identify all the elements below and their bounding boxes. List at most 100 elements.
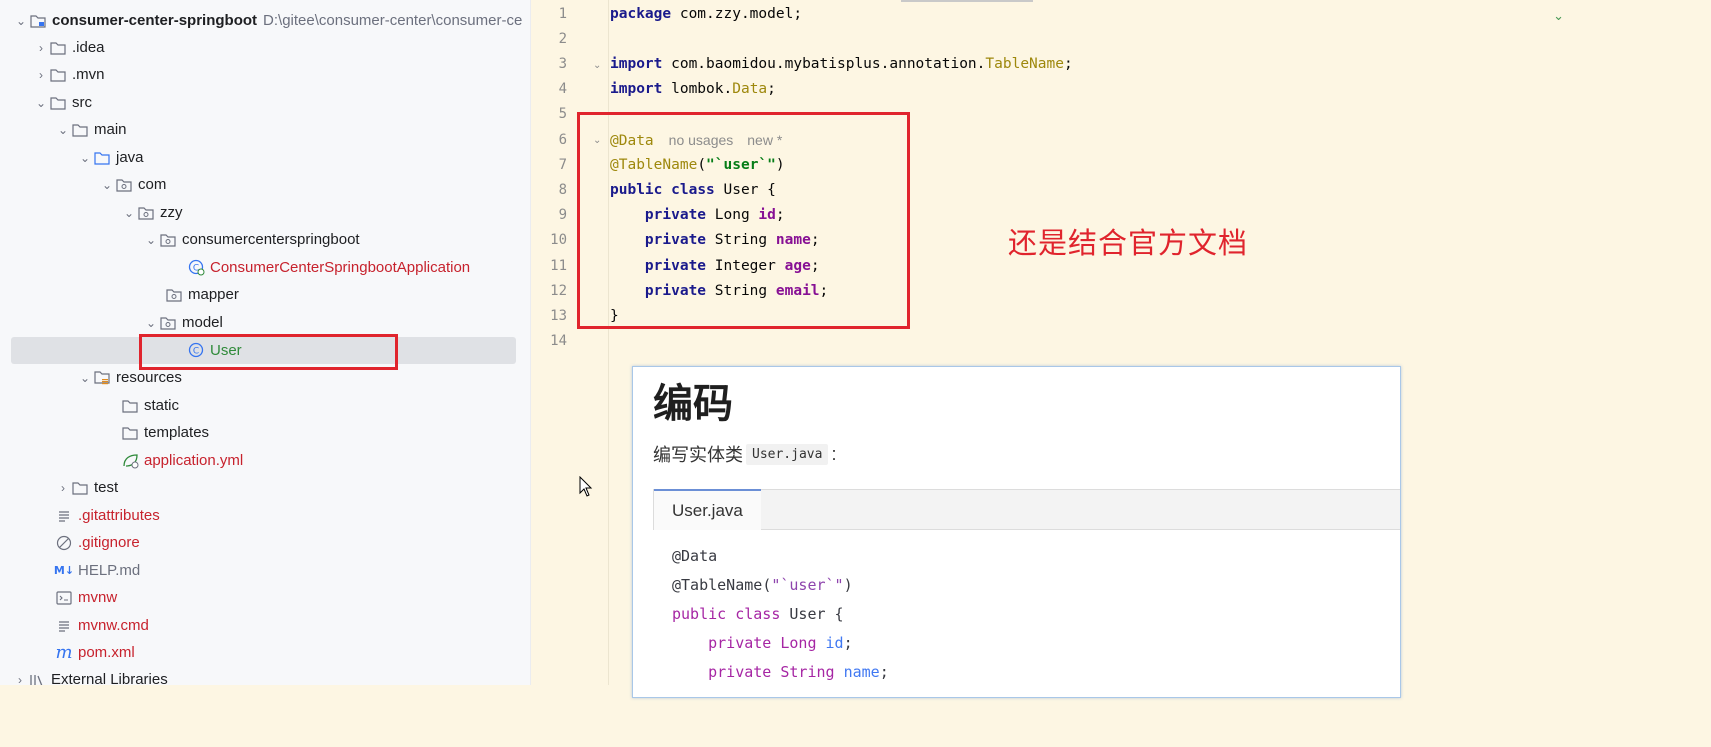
type-name: Integer	[714, 258, 776, 274]
tree-item-main[interactable]: ⌄ main	[0, 116, 530, 143]
chevron-down-icon[interactable]: ⌄	[33, 96, 49, 110]
mouse-cursor-icon	[579, 476, 593, 497]
tree-item-label: .idea	[72, 39, 105, 56]
tree-item-test[interactable]: › test	[0, 474, 530, 501]
keyword-private: private	[644, 283, 707, 299]
tree-item-model[interactable]: ⌄ model	[0, 309, 530, 336]
import-class: Data	[732, 81, 768, 97]
chevron-right-icon[interactable]: ›	[55, 481, 71, 495]
tree-item-java[interactable]: ⌄ java	[0, 144, 530, 171]
line-number-gutter: 1 2 3 4 5 6 7 8 9 10 11 12 13 14 ⌄ ⌄	[531, 0, 607, 685]
code-line-9[interactable]: private Long id;	[610, 203, 785, 228]
shell-icon	[55, 590, 73, 606]
code-line-11[interactable]: private Integer age;	[610, 254, 820, 279]
tree-item-mvnw[interactable]: mvnw	[0, 584, 530, 611]
tree-item-static[interactable]: static	[0, 392, 530, 419]
keyword-class: class	[671, 182, 715, 198]
doc-semicolon: ;	[843, 634, 853, 652]
tree-item-label: .mvn	[72, 66, 105, 83]
tree-item-mvn[interactable]: › .mvn	[0, 61, 530, 88]
tree-item-gitattributes[interactable]: .gitattributes	[0, 502, 530, 529]
package-icon	[115, 177, 133, 193]
author-hint[interactable]: new *	[747, 132, 782, 148]
tree-item-help-md[interactable]: M↓ HELP.md	[0, 557, 530, 584]
tree-item-mapper[interactable]: mapper	[0, 281, 530, 308]
keyword-private: private	[644, 258, 707, 274]
chevron-right-icon[interactable]: ›	[33, 41, 49, 55]
field-name: email	[775, 283, 820, 299]
tree-item-application-class[interactable]: C ConsumerCenterSpringbootApplication	[0, 254, 530, 281]
code-line-10[interactable]: private String name;	[610, 228, 820, 253]
chevron-down-icon[interactable]: ⌄	[55, 123, 71, 137]
semicolon: ;	[810, 258, 820, 274]
chevron-down-icon[interactable]: ⌄	[13, 14, 29, 28]
inspection-ok-icon[interactable]: ⌄	[1553, 8, 1564, 24]
tree-item-gitignore[interactable]: .gitignore	[0, 529, 530, 556]
tree-item-user-class[interactable]: C User	[11, 337, 516, 364]
code-line-6[interactable]: @Data no usages new *	[610, 128, 782, 153]
chevron-right-icon[interactable]: ›	[12, 673, 28, 686]
resources-folder-icon	[93, 370, 111, 386]
tree-item-mvnw-cmd[interactable]: mvnw.cmd	[0, 612, 530, 639]
tree-item-label: ConsumerCenterSpringbootApplication	[210, 259, 471, 276]
keyword-private: private	[644, 232, 707, 248]
tree-item-pom-xml[interactable]: m pom.xml	[0, 639, 530, 666]
chevron-down-icon[interactable]: ⌄	[77, 371, 93, 385]
tree-root-row[interactable]: ⌄ consumer-center-springboot D:\gitee\co…	[0, 7, 530, 34]
annotation-note: 还是结合官方文档	[1008, 226, 1249, 260]
tree-item-templates[interactable]: templates	[0, 419, 530, 446]
field-name: name	[775, 232, 811, 248]
doc-tab-user-java[interactable]: User.java	[654, 489, 761, 530]
semicolon: ;	[810, 232, 820, 248]
field-name: id	[758, 207, 776, 223]
class-icon: C	[187, 342, 205, 359]
doc-type: String	[780, 663, 835, 681]
usages-hint[interactable]: no usages	[669, 132, 734, 148]
chevron-right-icon[interactable]: ›	[33, 68, 49, 82]
doc-annotation: @TableName	[672, 576, 763, 594]
fold-toggle-icon[interactable]: ⌄	[593, 60, 601, 71]
tree-item-label: .gitignore	[78, 534, 140, 551]
semicolon: ;	[1063, 56, 1073, 72]
field-name: age	[784, 258, 811, 274]
doc-code-line: public class User {	[672, 600, 844, 629]
line-number: 12	[550, 283, 567, 299]
package-icon	[159, 232, 177, 248]
doc-code-line: @Data	[672, 542, 717, 571]
chevron-down-icon[interactable]: ⌄	[143, 233, 159, 247]
fold-toggle-icon[interactable]: ⌄	[593, 135, 601, 146]
spring-class-icon: C	[187, 259, 205, 276]
code-line-12[interactable]: private String email;	[610, 279, 828, 304]
tree-item-com[interactable]: ⌄ com	[0, 171, 530, 198]
tree-item-idea[interactable]: › .idea	[0, 34, 530, 61]
type-name: String	[714, 232, 768, 248]
semicolon: ;	[819, 283, 829, 299]
tree-item-consumercenterspringboot[interactable]: ⌄ consumercenterspringboot	[0, 226, 530, 253]
code-line-3[interactable]: import com.baomidou.mybatisplus.annotati…	[610, 52, 1073, 77]
tree-item-src[interactable]: ⌄ src	[0, 89, 530, 116]
code-line-4[interactable]: import lombok.Data;	[610, 77, 776, 102]
chevron-down-icon[interactable]: ⌄	[143, 316, 159, 330]
import-path: com.baomidou.mybatisplus.annotation.	[662, 56, 986, 72]
chevron-down-icon[interactable]: ⌄	[121, 206, 137, 220]
chevron-down-icon[interactable]: ⌄	[77, 151, 93, 165]
chevron-down-icon[interactable]: ⌄	[99, 178, 115, 192]
code-line-1[interactable]: package com.zzy.model;	[610, 2, 802, 27]
tree-item-zzy[interactable]: ⌄ zzy	[0, 199, 530, 226]
import-class: TableName	[985, 56, 1064, 72]
folder-icon	[49, 67, 67, 83]
tree-item-external-libraries[interactable]: › External Libraries	[0, 666, 530, 685]
tree-item-application-yml[interactable]: application.yml	[0, 447, 530, 474]
code-line-13[interactable]: }	[610, 304, 619, 329]
tree-item-resources[interactable]: ⌄ resources	[0, 364, 530, 391]
package-name: com.zzy.model;	[671, 6, 803, 22]
paren: (	[697, 157, 707, 173]
doc-field: id	[825, 634, 844, 652]
code-line-7[interactable]: @TableName("`user`")	[610, 153, 785, 178]
code-line-8[interactable]: public class User {	[610, 178, 776, 203]
maven-icon: m	[55, 642, 73, 663]
line-number: 8	[558, 182, 567, 198]
line-number: 9	[558, 207, 567, 223]
keyword-import: import	[610, 56, 663, 72]
package-icon	[137, 205, 155, 221]
